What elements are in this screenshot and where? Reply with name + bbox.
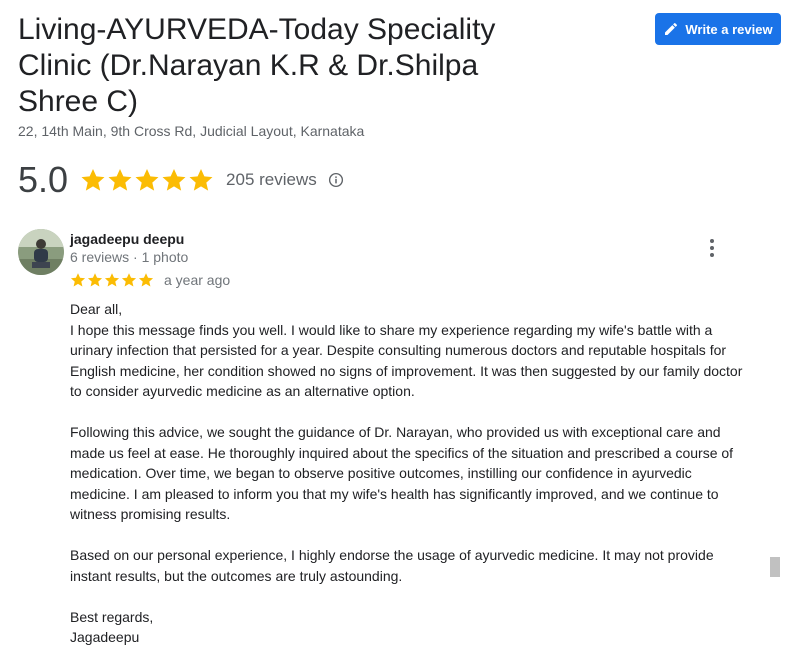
star-icon	[81, 168, 105, 191]
review-paragraph: Jagadeepu	[70, 629, 140, 645]
reviewer-meta: 6 reviews · 1 photo	[70, 249, 189, 265]
reviewer-photo	[18, 229, 64, 275]
star-icon	[162, 168, 186, 191]
average-rating: 5.0	[18, 159, 69, 200]
review-paragraph: I hope this message finds you well. I wo…	[70, 321, 743, 400]
write-review-label: Write a review	[685, 21, 773, 37]
scrollbar-thumb[interactable]	[770, 557, 780, 577]
star-icon	[121, 273, 137, 287]
star-icon	[70, 273, 86, 287]
review-count[interactable]: 205 reviews	[226, 170, 317, 190]
more-vert-icon[interactable]	[702, 236, 722, 260]
review-paragraph: Based on our personal experience, I high…	[70, 547, 714, 584]
star-icon	[189, 168, 213, 191]
review-paragraph: Dear all,	[70, 301, 123, 317]
business-address: 22, 14th Main, 9th Cross Rd, Judicial La…	[18, 123, 365, 139]
review-time: a year ago	[164, 272, 231, 288]
review-text: Dear all, I hope this message finds you w…	[70, 299, 750, 648]
review-paragraph: Following this advice, we sought the gui…	[70, 424, 734, 522]
review-paragraph: Best regards,	[70, 608, 154, 625]
review-stars	[70, 272, 154, 288]
reviewer-name[interactable]: jagadeepu deepu	[70, 231, 184, 247]
info-icon[interactable]	[327, 171, 345, 189]
star-icon	[108, 168, 132, 191]
star-icon	[104, 273, 120, 287]
rating-summary: 5.0 205 reviews	[18, 159, 345, 200]
star-icon	[138, 273, 154, 287]
rating-stars	[80, 167, 214, 193]
write-review-button[interactable]: Write a review	[655, 13, 781, 45]
review-rating: a year ago	[70, 272, 230, 288]
business-title: Living-AYURVEDA-Today Speciality Clinic …	[18, 13, 496, 118]
star-icon	[135, 168, 159, 191]
avatar[interactable]	[18, 229, 64, 275]
star-icon	[87, 273, 103, 287]
pencil-icon	[665, 22, 678, 35]
